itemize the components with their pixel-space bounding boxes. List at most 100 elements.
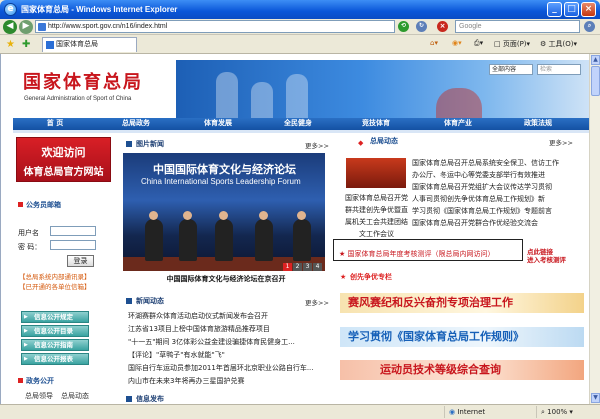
gov-open-title: 政务公开 — [18, 376, 54, 386]
window-title: 国家体育总局 - Windows Internet Explorer — [21, 5, 178, 14]
gov-link-news[interactable]: 总局动态 — [61, 391, 89, 401]
home-icon[interactable]: ⌂▾ — [430, 39, 438, 47]
site-logo[interactable]: 国家体育总局 — [23, 68, 143, 94]
search-input[interactable]: Google — [455, 20, 580, 33]
dyn-photo-caption[interactable]: 文工作会议 — [359, 229, 394, 239]
news-item[interactable]: 【评论】"草鸭子"有水就能"飞" — [128, 350, 225, 360]
news-item[interactable]: 国际自行车运动员参加2011年首届环北京职业公路自行车... — [128, 363, 314, 373]
news-item[interactable]: 江苏省13项目上榜中国体育旅游精品推荐项目 — [128, 324, 270, 334]
url-field[interactable]: http://www.sport.gov.cn/n16/index.html — [35, 20, 395, 33]
zoom-control[interactable]: ⌕ 100% ▾ — [536, 406, 598, 418]
photo-more-link[interactable]: 更多>> — [305, 140, 329, 150]
nav-competitive[interactable]: 竞技体育 — [349, 118, 403, 130]
close-button[interactable]: × — [581, 2, 596, 17]
anti-doping-banner[interactable]: 赛风赛纪和反兴奋剂专项治理工作 — [340, 293, 584, 313]
dyn-news-item[interactable]: 国家体育总局召开党组扩大会议传达学习贯彻 — [412, 182, 552, 192]
username-field[interactable] — [50, 226, 96, 236]
news-item[interactable]: "十一五"期间 3亿体彩公益金建设骗捷体育民健身工... — [128, 337, 295, 347]
zone-indicator[interactable]: ◉ Internet — [444, 406, 534, 418]
assessment-notice-link[interactable]: ★ 国家体育总局年度考核测评（限总局内网访问） — [339, 249, 495, 259]
info-release-title: 信息发布 — [126, 393, 164, 404]
print-icon[interactable]: ⎙▾ — [474, 39, 483, 48]
url-text: http://www.sport.gov.cn/n16/index.html — [48, 23, 168, 30]
pager-3[interactable]: 3 — [303, 263, 312, 271]
nav-policy[interactable]: 政策法规 — [511, 118, 565, 130]
photo-news-image[interactable]: 中国国际体育文化与经济论坛 China International Sports… — [123, 153, 325, 271]
news-title: 新闻动态 — [126, 295, 164, 307]
page-menu[interactable]: □ 页面(P)▾ — [494, 39, 530, 49]
refresh-button[interactable]: ↻ — [416, 21, 427, 32]
dyn-photo-caption[interactable]: 属机关工会共建团结 — [345, 217, 408, 227]
scroll-thumb[interactable] — [591, 66, 600, 96]
mailbox-title: 公务员邮箱 — [18, 200, 61, 210]
work-rules-banner[interactable]: 学习贯彻《国家体育总局工作规则》 — [340, 327, 584, 347]
forward-button[interactable]: ▶ — [19, 20, 33, 34]
info-rules-button[interactable]: 信息公开规定 — [21, 311, 89, 323]
dyn-news-item[interactable]: 办公厅、冬运中心等党委支部举行有效推进 — [412, 170, 545, 180]
info-report-button[interactable]: 信息公开报表 — [21, 353, 89, 365]
page-viewport: 国家体育总局 General Administration of Sport o… — [0, 54, 589, 404]
zoom-icon: ⌕ — [541, 408, 545, 416]
sub-nav-strip — [13, 130, 589, 133]
dynamics-photo[interactable] — [346, 158, 406, 188]
dyn-photo-caption[interactable]: 群共建创先争优暨直 — [345, 205, 408, 215]
search-icon[interactable]: ⌕ — [584, 21, 595, 32]
feeds-icon[interactable]: ◉▾ — [452, 39, 462, 47]
site-favicon-icon — [46, 41, 54, 49]
assessment-entry-link[interactable]: 点此链接 进入考核测评 — [527, 248, 566, 264]
news-item[interactable]: 环湖赛群众体育活动启动仪式新闻发布会召开 — [128, 311, 268, 321]
header-banner-image: 全部内容 检索 — [176, 60, 589, 118]
nav-sport-dev[interactable]: 体育发展 — [191, 118, 245, 130]
nav-home[interactable]: 首 页 — [35, 118, 75, 130]
password-field[interactable] — [50, 240, 96, 250]
temple-of-heaven-figure — [436, 88, 482, 118]
nav-gov-affairs[interactable]: 总局政务 — [109, 118, 163, 130]
search-scope-select[interactable]: 全部内容 — [489, 64, 533, 75]
status-text — [2, 406, 442, 418]
site-search-input[interactable]: 检索 — [537, 64, 581, 75]
login-button[interactable]: 登录 — [67, 255, 94, 267]
scroll-down-icon[interactable]: ▼ — [591, 393, 600, 403]
status-bar: ◉ Internet ⌕ 100% ▾ — [0, 404, 600, 419]
mailbox-list-link[interactable]: 【已开通的各单位信箱】 — [19, 281, 91, 291]
pager-2[interactable]: 2 — [293, 263, 302, 271]
person-figure — [145, 219, 163, 261]
favorites-star-icon[interactable]: ★ — [6, 39, 15, 50]
dyn-news-item[interactable]: 国家体育总局召开总局系统安全保卫、信访工作 — [412, 158, 559, 168]
tab-label: 国家体育总局 — [56, 40, 98, 48]
news-more-link[interactable]: 更多>> — [305, 297, 329, 307]
dyn-news-item[interactable]: 人事司贯彻创先争优体育总局工作规划》新 — [412, 194, 545, 204]
dyn-news-item[interactable]: 国家体育总局召开党群合作优经验交流会 — [412, 218, 538, 228]
scroll-up-icon[interactable]: ▲ — [591, 55, 600, 65]
dyn-news-item[interactable]: 学习贯彻《国家体育总局工作规划》专题前言 — [412, 206, 552, 216]
directory-link[interactable]: 【总局系统内部通讯录】 — [19, 271, 91, 281]
maximize-button[interactable]: □ — [564, 2, 579, 17]
pager-4[interactable]: 4 — [313, 263, 322, 271]
stop-button[interactable]: × — [437, 21, 448, 32]
add-favorite-icon[interactable]: ✚ — [22, 39, 30, 50]
page-icon — [38, 23, 46, 31]
back-button[interactable]: ◀ — [3, 20, 17, 34]
athlete-figure — [251, 82, 273, 118]
info-catalog-button[interactable]: 信息公开目录 — [21, 325, 89, 337]
minimize-button[interactable]: _ — [547, 2, 562, 17]
go-icon[interactable]: ⟲ — [398, 21, 409, 32]
ie-logo-icon: e — [4, 3, 17, 16]
tab-active[interactable]: 国家体育总局 — [42, 37, 137, 52]
dyn-photo-caption[interactable]: 国家体育总局召开党 — [345, 193, 408, 203]
forum-title-cn: 中国国际体育文化与经济论坛 — [153, 163, 296, 176]
forum-title-en: China International Sports Leadership Fo… — [141, 177, 301, 186]
vertical-scrollbar[interactable]: ▲ ▼ — [589, 54, 600, 404]
info-guide-button[interactable]: 信息公开指南 — [21, 339, 89, 351]
athlete-grade-banner[interactable]: 运动员技术等级综合查询 — [340, 360, 584, 380]
dynamics-more-link[interactable]: 更多>> — [549, 137, 573, 147]
nav-industry[interactable]: 体育产业 — [431, 118, 485, 130]
news-item[interactable]: 内山市在未来3年将再办三星国护兑赛 — [128, 376, 244, 386]
nav-fitness[interactable]: 全民健身 — [271, 118, 325, 130]
promo-banner[interactable]: 欢迎访问 体育总局官方网站 — [16, 137, 111, 182]
gov-link-leaders[interactable]: 总局领导 — [25, 391, 53, 401]
pager-1[interactable]: 1 — [283, 263, 292, 271]
photo-caption[interactable]: 中国国际体育文化与经济论坛在京召开 — [126, 274, 326, 284]
password-label: 密 码： — [18, 243, 42, 251]
tools-menu[interactable]: ⚙ 工具(O)▾ — [540, 39, 577, 49]
